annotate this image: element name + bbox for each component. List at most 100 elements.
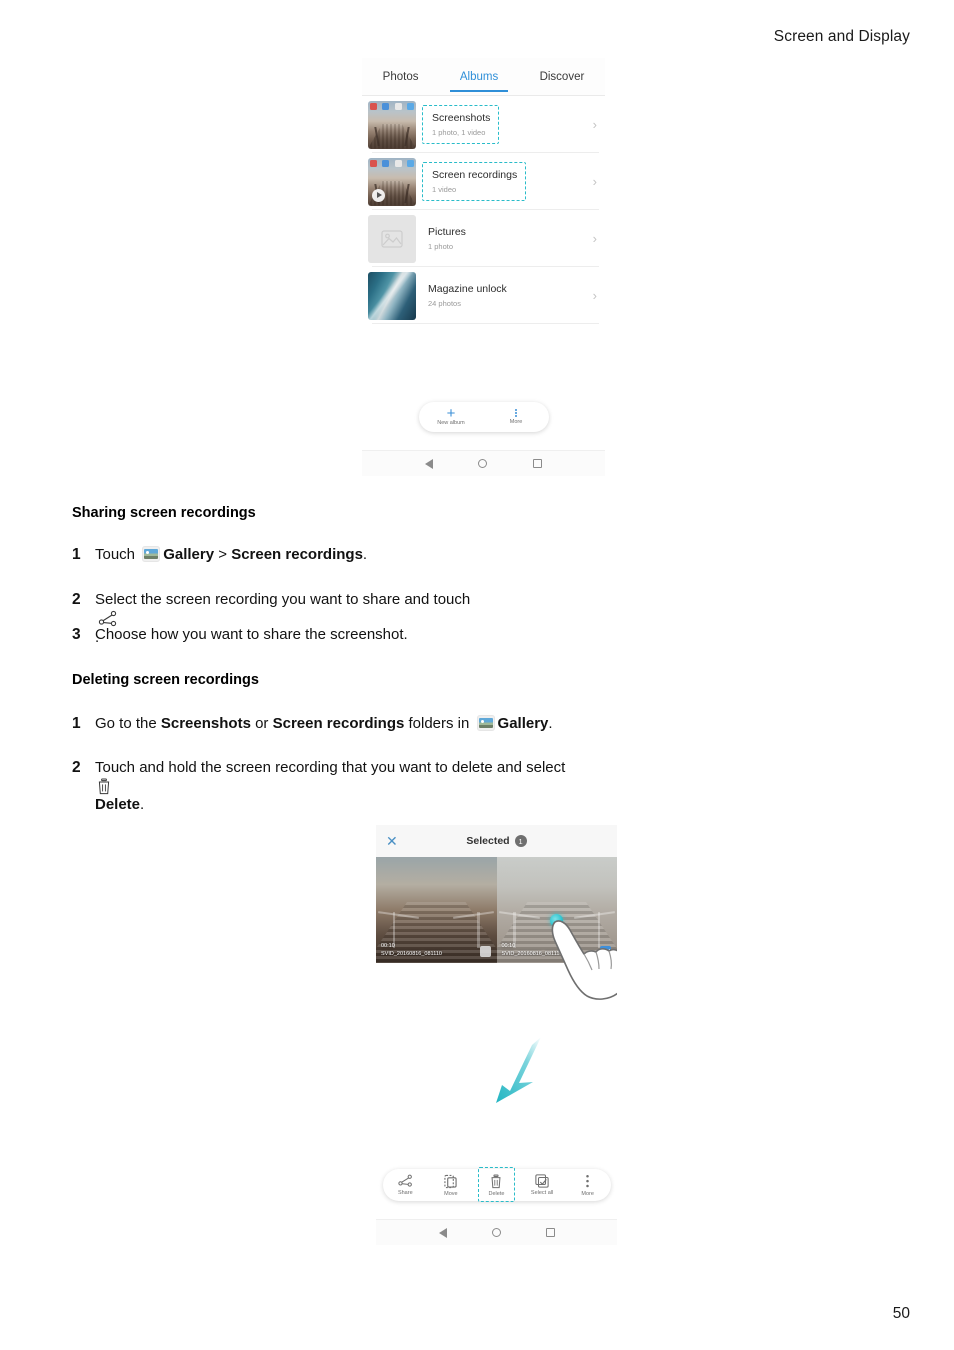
step-text-part: .: [548, 715, 553, 732]
video-thumbnail-2[interactable]: 00:10 SVID_20160816_081110: [496, 857, 617, 963]
step-number: 3: [72, 626, 81, 643]
back-icon[interactable]: [424, 458, 433, 469]
album-row-screen-recordings[interactable]: Screen recordings 1 video ›: [362, 153, 605, 210]
gallery-tab-bar: Photos Albums Discover: [362, 58, 605, 96]
close-icon[interactable]: ✕: [386, 834, 398, 848]
step-text-bold: Gallery: [497, 715, 549, 732]
album-name: Magazine unlock: [428, 283, 507, 296]
back-icon[interactable]: [438, 1227, 447, 1238]
new-album-label: New album: [437, 420, 465, 426]
album-thumbnail-screen-recordings: [368, 157, 416, 206]
selection-checkbox-checked[interactable]: [600, 946, 611, 957]
share-label: Share: [397, 1190, 413, 1196]
more-button[interactable]: More: [484, 402, 549, 432]
delete-button[interactable]: Delete: [474, 1167, 520, 1202]
tab-photos[interactable]: Photos: [379, 58, 423, 96]
selection-checkbox-unchecked[interactable]: [479, 946, 491, 957]
thumbnail-app-icons: [370, 159, 414, 167]
step-sharing-3: 3 Choose how you want to share the scree…: [72, 625, 894, 646]
section-heading-sharing: Sharing screen recordings: [72, 505, 256, 521]
home-icon[interactable]: [491, 1228, 501, 1237]
album-info-pictures: Pictures 1 photo: [416, 226, 585, 250]
album-info-screenshots: Screenshots 1 photo, 1 video: [422, 105, 500, 144]
step-sharing-1: 1 Touch Gallery > Screen recordings.: [72, 545, 894, 566]
step-text-part: .: [362, 546, 368, 563]
chevron-right-icon: ›: [592, 231, 597, 246]
album-name: Pictures: [428, 226, 466, 239]
selection-title: Selected: [466, 835, 510, 847]
gallery-icon: [476, 715, 495, 731]
play-icon: [372, 188, 385, 202]
gallery-selection-screenshot: ✕ Selected 1 00:10 SVID_20160816_081110: [376, 825, 617, 1245]
step-text: Touch Gallery > Screen recordings.: [95, 545, 894, 565]
share-button[interactable]: Share: [383, 1169, 429, 1201]
select-all-button[interactable]: Select all: [519, 1169, 565, 1201]
chevron-right-icon: ›: [592, 288, 597, 303]
recents-icon[interactable]: [533, 459, 543, 468]
step-text-bold: Gallery: [163, 546, 215, 563]
step-text-part: Go to the: [95, 715, 161, 732]
step-text: Touch and hold the screen recording that…: [95, 758, 894, 816]
selection-count-badge: 1: [514, 835, 527, 847]
step-text-part: Touch and hold the screen recording that…: [95, 759, 566, 776]
step-text-bold: Delete: [95, 796, 141, 814]
step-number: 2: [72, 759, 81, 776]
chevron-right-icon: ›: [592, 117, 597, 132]
touch-point-indicator: [550, 914, 563, 927]
plus-icon: +: [446, 405, 456, 422]
share-icon: [398, 1174, 412, 1187]
album-count: 1 photo: [428, 241, 454, 251]
page-number: 50: [892, 1305, 910, 1322]
video-thumbnail-1[interactable]: 00:10 SVID_20160816_081110: [376, 857, 497, 963]
home-icon[interactable]: [478, 459, 488, 468]
selection-header: ✕ Selected 1: [376, 825, 617, 857]
more-label: More: [509, 419, 523, 426]
album-count: 1 photo, 1 video: [432, 127, 486, 137]
more-button[interactable]: More: [565, 1169, 611, 1201]
tab-discover[interactable]: Discover: [536, 58, 589, 96]
gallery-icon: [142, 546, 161, 562]
gallery-albums-screenshot: Photos Albums Discover Screenshots 1 pho…: [362, 58, 605, 476]
trash-icon: [98, 778, 110, 795]
video-filename: SVID_20160816_081110: [501, 950, 563, 957]
down-left-arrow: [496, 1037, 541, 1103]
selection-action-toolbar: Share Move Delete Select all More: [382, 1167, 611, 1202]
more-vertical-icon: [515, 408, 517, 418]
album-name: Screenshots: [432, 112, 491, 125]
more-vertical-icon: [586, 1174, 589, 1187]
step-text-part: >: [214, 546, 232, 563]
step-text-part: Choose how you want to share the screens…: [95, 626, 408, 643]
move-icon: [444, 1174, 458, 1188]
step-text-part: .: [140, 796, 145, 814]
pier-post-right: [597, 912, 601, 949]
step-text-part: or: [250, 715, 273, 732]
video-filename: SVID_20160816_081110: [381, 950, 442, 957]
trash-icon: [491, 1174, 501, 1188]
step-text: Go to the Screenshots or Screen recordin…: [95, 714, 894, 734]
album-row-magazine-unlock[interactable]: Magazine unlock 24 photos ›: [362, 267, 605, 324]
album-name: Screen recordings: [432, 169, 518, 182]
album-info-magazine-unlock: Magazine unlock 24 photos: [416, 283, 585, 307]
step-text-part: Touch: [95, 546, 140, 563]
move-button[interactable]: Move: [428, 1169, 474, 1201]
album-count: 24 photos: [428, 298, 461, 308]
thumbnail-app-icons: [370, 102, 414, 110]
recents-icon[interactable]: [545, 1228, 555, 1237]
step-number: 2: [72, 591, 81, 608]
more-label: More: [581, 1190, 594, 1197]
step-number: 1: [72, 546, 81, 563]
section-heading-deleting: Deleting screen recordings: [72, 672, 259, 688]
video-info-2: 00:10 SVID_20160816_081110: [502, 943, 563, 958]
tab-albums[interactable]: Albums: [449, 58, 509, 96]
video-duration: 00:10: [501, 943, 516, 950]
step-text-part: Select the screen recording you want to …: [95, 591, 471, 608]
album-row-screenshots[interactable]: Screenshots 1 photo, 1 video ›: [362, 96, 605, 153]
album-row-pictures[interactable]: Pictures 1 photo ›: [362, 210, 605, 267]
album-thumbnail-screenshots: [368, 100, 416, 149]
step-text-part: folders in: [404, 715, 474, 732]
page-header-title: Screen and Display: [773, 28, 910, 45]
step-deleting-1: 1 Go to the Screenshots or Screen record…: [72, 714, 894, 735]
new-album-button[interactable]: + New album: [419, 402, 484, 432]
step-text-bold: Screen recordings: [272, 715, 405, 732]
step-text-bold: Screenshots: [160, 715, 251, 732]
